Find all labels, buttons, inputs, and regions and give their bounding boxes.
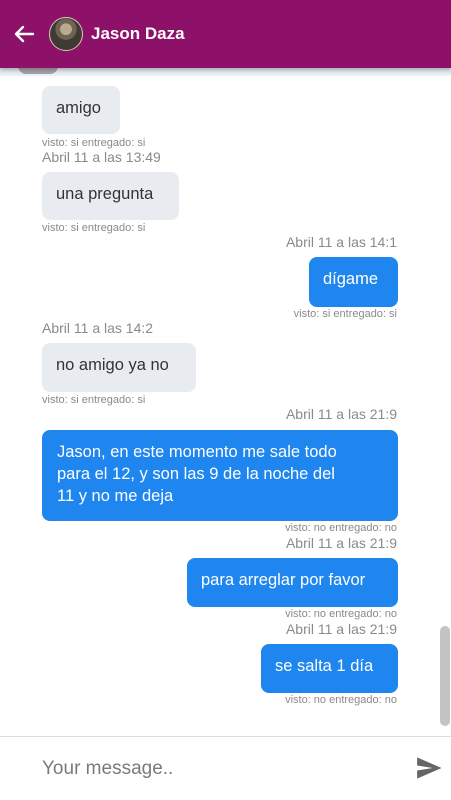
send-button[interactable]	[414, 753, 444, 783]
send-icon	[417, 757, 442, 779]
message-timestamp: Abril 11 a las 14:2	[42, 320, 154, 336]
message-text: dígame	[323, 270, 379, 288]
message-timestamp: Abril 11 a las 14:1	[285, 234, 397, 250]
back-button[interactable]	[4, 9, 44, 59]
message-bubble-incoming[interactable]: no amigo ya no	[42, 343, 196, 392]
message-bubble-incoming[interactable]: una pregunta	[42, 172, 179, 220]
message-text-line: para el 12, y son las 9 de la noche del	[57, 465, 335, 483]
scrollbar-thumb[interactable]	[440, 626, 450, 726]
contact-avatar[interactable]	[49, 17, 83, 51]
message-text: amigo	[56, 99, 101, 117]
message-text: para arreglar por favor	[201, 571, 366, 589]
message-bubble-incoming[interactable]: amigo	[42, 86, 120, 134]
message-timestamp: Abril 11 a las 21:9	[285, 621, 397, 637]
message-timestamp: Abril 11 a las 21:9	[285, 406, 397, 422]
message-bubble-outgoing[interactable]: para arreglar por favor	[187, 558, 398, 607]
message-status: visto: si entregado: si	[42, 222, 146, 234]
message-list[interactable]: amigo visto: si entregado: si Abril 11 a…	[0, 76, 451, 736]
message-text: se salta 1 día	[275, 657, 374, 675]
arrow-left-icon	[14, 25, 35, 43]
chat-screen: Jason Daza amigo visto: si entregado: si…	[0, 0, 451, 800]
message-input[interactable]	[42, 753, 382, 785]
message-timestamp: Abril 11 a las 21:9	[285, 535, 397, 551]
message-text-line: 11 y no me deja	[57, 487, 174, 505]
message-status: visto: no entregado: no	[285, 608, 397, 620]
message-timestamp: Abril 11 a las 13:49	[42, 149, 161, 165]
message-status: visto: si entregado: si	[42, 137, 146, 149]
message-status: visto: no entregado: no	[285, 694, 397, 706]
message-composer	[0, 736, 451, 800]
chat-header: Jason Daza	[0, 0, 451, 68]
message-status: visto: si entregado: si	[42, 394, 146, 406]
message-bubble-outgoing[interactable]: Jason, en este momento me sale todo para…	[42, 430, 398, 521]
message-status: visto: no entregado: no	[285, 522, 397, 534]
contact-name[interactable]: Jason Daza	[91, 24, 185, 44]
message-text: no amigo ya no	[56, 356, 169, 374]
message-status: visto: si entregado: si	[293, 308, 397, 320]
message-text: una pregunta	[56, 185, 154, 203]
message-bubble-outgoing[interactable]: se salta 1 día	[261, 644, 398, 693]
message-text-line: Jason, en este momento me sale todo	[57, 443, 337, 461]
message-bubble-outgoing[interactable]: dígame	[309, 257, 398, 307]
